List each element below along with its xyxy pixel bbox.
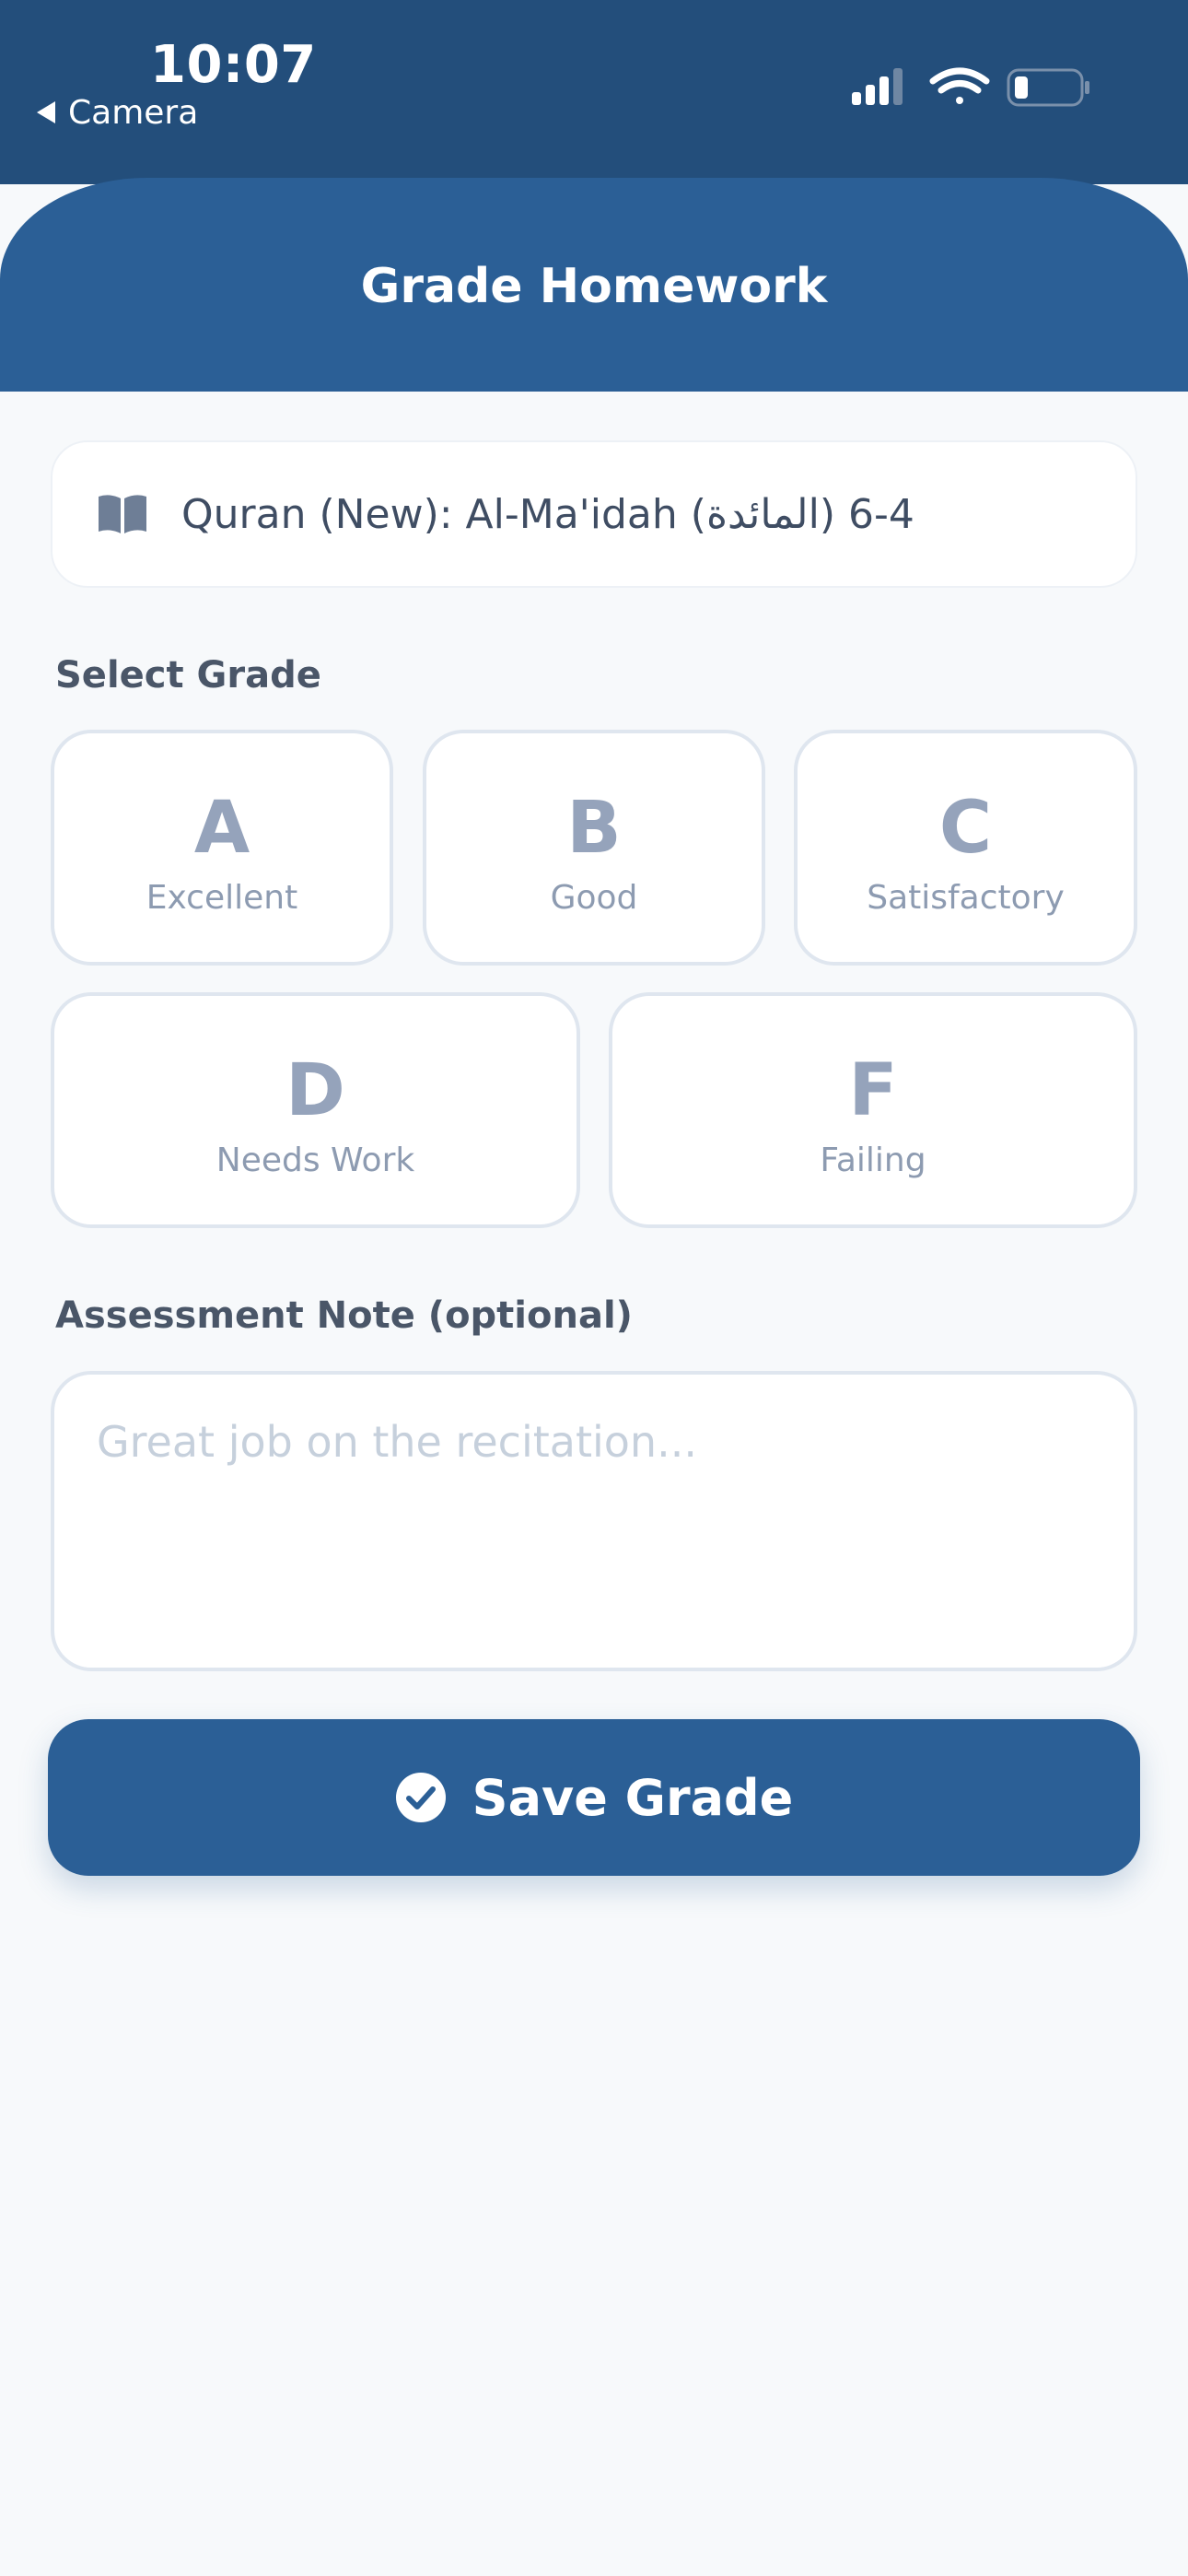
grade-letter: C — [938, 787, 993, 870]
back-to-camera[interactable]: Camera — [37, 92, 198, 133]
grade-option-b[interactable]: B Good — [423, 730, 765, 966]
back-arrow-icon — [37, 101, 55, 123]
select-grade-label: Select Grade — [55, 654, 321, 697]
grade-description: Needs Work — [215, 1142, 415, 1179]
page-title: Grade Homework — [360, 259, 828, 314]
battery-icon — [1007, 68, 1089, 107]
back-app-label: Camera — [68, 93, 199, 132]
status-bar: 10:07 Camera — [0, 0, 1188, 184]
check-circle-icon — [395, 1773, 446, 1822]
grade-letter: D — [285, 1049, 345, 1132]
wifi-icon — [929, 67, 990, 104]
save-grade-label: Save Grade — [472, 1768, 794, 1827]
grade-option-c[interactable]: C Satisfactory — [794, 730, 1137, 966]
grade-option-f[interactable]: F Failing — [609, 992, 1137, 1228]
grade-option-d[interactable]: D Needs Work — [51, 992, 580, 1228]
grade-description: Excellent — [146, 879, 298, 917]
grade-description: Failing — [820, 1142, 926, 1179]
assignment-card: Quran (New): Al-Ma'idah (المائدة) 4-6 — [51, 440, 1137, 588]
grade-letter: A — [193, 787, 250, 870]
grade-option-a[interactable]: A Excellent — [51, 730, 393, 966]
status-time: 10:07 — [150, 35, 317, 95]
system-status-icons — [852, 67, 1089, 107]
save-grade-button[interactable]: Save Grade — [48, 1719, 1140, 1876]
assignment-title: Quran (New): Al-Ma'idah (المائدة) 4-6 — [181, 490, 914, 538]
assessment-note-label: Assessment Note (optional) — [55, 1294, 633, 1337]
cellular-signal-icon — [852, 68, 903, 105]
grade-description: Satisfactory — [867, 879, 1065, 917]
grade-description: Good — [550, 879, 638, 917]
grade-letter: B — [566, 787, 622, 870]
assessment-note-input[interactable] — [51, 1371, 1137, 1671]
grade-letter: F — [848, 1049, 898, 1132]
grade-form: Quran (New): Al-Ma'idah (المائدة) 4-6 Se… — [0, 392, 1188, 2576]
book-icon — [99, 495, 146, 533]
page-header: Grade Homework — [0, 178, 1188, 392]
